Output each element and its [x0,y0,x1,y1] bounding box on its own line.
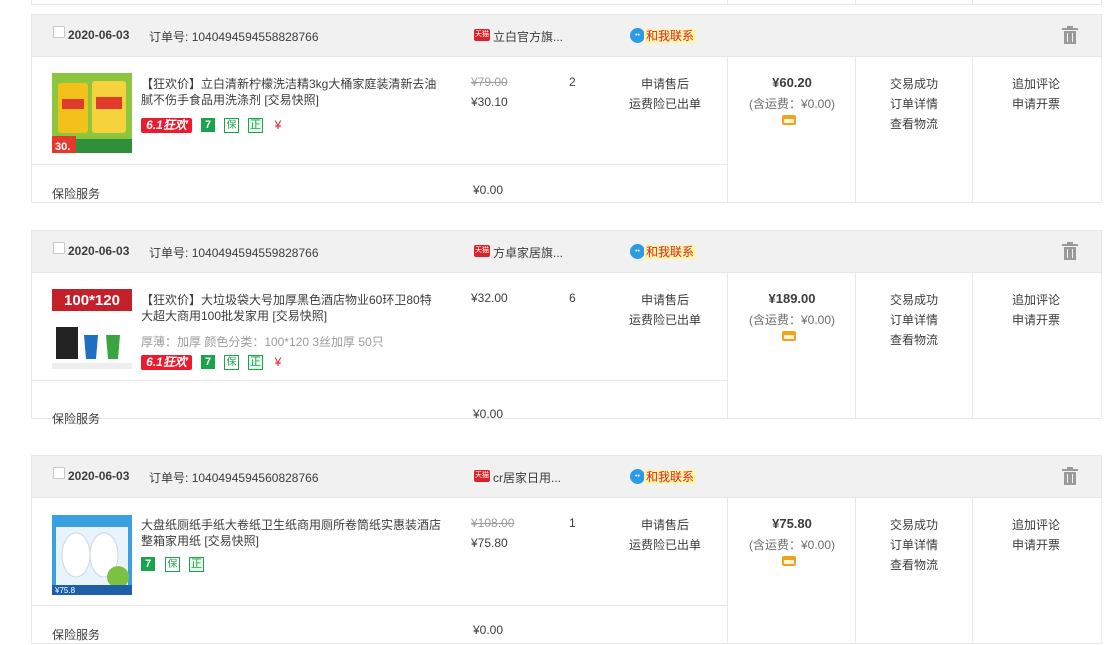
order-body: ¥75.8 大盘纸厕纸手纸大卷纸卫生纸商用厕所卷筒纸实惠装酒店整箱家用纸 [交易… [32,498,1101,643]
insurance-icon: ¥ [274,355,282,369]
guarantee-icon: 保 [224,355,239,370]
product-thumbnail[interactable]: ¥75.8 [52,515,132,595]
card-payment-icon [782,331,796,341]
unit-price: ¥32.00 [471,291,508,305]
order-card: 2020-06-03 订单号: 1040494594559828766 天猫 方… [31,230,1102,426]
service-price: ¥0.00 [473,183,504,197]
track-shipping-link[interactable]: 查看物流 [856,331,972,348]
unit-price: ¥75.80 [471,536,508,550]
order-detail-link[interactable]: 订单详情 [856,95,972,112]
service-price: ¥0.00 [473,407,504,421]
shipping-fee: (含运费：¥0.00) [748,538,836,552]
order-number: 订单号: 1040494594558828766 [149,30,319,44]
product-spec: 厚薄：加厚 颜色分类：100*120 3丝加厚 50只 [141,335,384,349]
genuine-icon: 正 [189,557,204,572]
service-label: 保险服务 [52,187,101,201]
product-title[interactable]: 【狂欢价】大垃圾袋大号加厚黑色酒店物业60环卫80特大超大商用100批发家用 [… [141,292,441,324]
seven-day-return-icon: 7 [141,557,155,571]
order-checkbox[interactable] [53,26,65,38]
shipping-fee: (含运费：¥0.00) [748,97,836,111]
order-header: 2020-06-03 订单号: 1040494594559828766 天猫 方… [32,231,1101,273]
service-label: 保险服务 [52,628,101,642]
order-date: 2020-06-03 [68,469,130,483]
promo-badge: 6.1狂欢 [141,118,192,133]
insurance-note: 运费险已出单 [628,538,701,552]
original-price: ¥108.00 [471,516,515,530]
genuine-icon: 正 [248,118,263,133]
svg-text:30.: 30. [55,141,70,153]
trash-icon[interactable] [1062,467,1078,485]
order-header: 2020-06-03 订单号: 1040494594558828766 天猫 立… [32,15,1101,57]
append-review-link[interactable]: 追加评论 [973,291,1099,308]
order-body: 100*120 【狂欢价】大垃圾袋大号加厚黑色酒店物业60环卫80特大超大商用1… [32,273,1101,426]
seven-day-return-icon: 7 [201,118,215,132]
trade-status: 交易成功 [889,293,938,307]
order-date: 2020-06-03 [68,28,130,42]
original-price: ¥79.00 [471,75,508,89]
append-review-link[interactable]: 追加评论 [973,75,1099,92]
order-detail-link[interactable]: 订单详情 [856,536,972,553]
chat-icon: •• [630,28,645,43]
quantity: 6 [569,291,576,305]
product-title[interactable]: 大盘纸厕纸手纸大卷纸卫生纸商用厕所卷筒纸实惠装酒店整箱家用纸 [交易快照] [141,517,441,549]
request-invoice-link[interactable]: 申请开票 [973,95,1099,112]
seven-day-return-icon: 7 [201,355,215,369]
after-sale-link[interactable]: 申请售后 [626,291,704,308]
order-number: 订单号: 1040494594559828766 [149,246,319,260]
order-date: 2020-06-03 [68,244,130,258]
after-sale-link[interactable]: 申请售后 [626,75,704,92]
request-invoice-link[interactable]: 申请开票 [973,536,1099,553]
insurance-note: 运费险已出单 [628,97,701,111]
order-card: 2020-06-03 订单号: 1040494594560828766 天猫 c… [31,455,1102,644]
order-checkbox[interactable] [53,467,65,479]
order-body: 30. 【狂欢价】立白清新柠檬洗洁精3kg大桶家庭装清新去油腻不伤手食品用洗涤剂… [32,57,1101,202]
after-sale-link[interactable]: 申请售后 [626,516,704,533]
insurance-note: 运费险已出单 [628,313,701,327]
quantity: 2 [569,75,576,89]
order-number: 订单号: 1040494594560828766 [149,471,319,485]
trade-status: 交易成功 [889,518,938,532]
track-shipping-link[interactable]: 查看物流 [856,115,972,132]
order-detail-link[interactable]: 订单详情 [856,311,972,328]
tmall-icon: 天猫 [474,470,490,482]
request-invoice-link[interactable]: 申请开票 [973,311,1099,328]
order-checkbox[interactable] [53,242,65,254]
shop-link[interactable]: 方卓家居旗... [493,244,568,261]
insurance-icon: ¥ [274,118,282,132]
product-thumbnail[interactable]: 30. [52,73,132,153]
shipping-fee: (含运费：¥0.00) [748,313,836,327]
product-title[interactable]: 【狂欢价】立白清新柠檬洗洁精3kg大桶家庭装清新去油腻不伤手食品用洗涤剂 [交易… [141,76,441,108]
quantity: 1 [569,516,576,530]
tmall-icon: 天猫 [474,245,490,257]
guarantee-icon: 保 [224,118,239,133]
order-total: ¥75.80 [772,516,812,531]
genuine-icon: 正 [248,355,263,370]
card-payment-icon [782,115,796,125]
service-label: 保险服务 [52,412,101,426]
guarantee-icon: 保 [165,557,180,572]
shop-link[interactable]: 立白官方旗... [493,28,568,45]
promo-badge: 6.1狂欢 [141,355,192,370]
order-header: 2020-06-03 订单号: 1040494594560828766 天猫 c… [32,456,1101,498]
trash-icon[interactable] [1062,26,1078,44]
svg-text:100*120: 100*120 [64,292,120,309]
unit-price: ¥30.10 [471,95,508,109]
chat-icon: •• [630,244,645,259]
previous-order-edge [31,0,1102,5]
card-payment-icon [782,556,796,566]
tmall-icon: 天猫 [474,29,490,41]
chat-icon: •• [630,469,645,484]
order-total: ¥189.00 [768,291,816,306]
append-review-link[interactable]: 追加评论 [973,516,1099,533]
product-thumbnail[interactable]: 100*120 [52,289,132,369]
shop-link[interactable]: cr居家日用... [493,469,568,486]
trade-status: 交易成功 [889,77,938,91]
order-total: ¥60.20 [772,75,812,90]
track-shipping-link[interactable]: 查看物流 [856,556,972,573]
trash-icon[interactable] [1062,242,1078,260]
service-price: ¥0.00 [473,623,504,637]
order-card: 2020-06-03 订单号: 1040494594558828766 天猫 立… [31,14,1102,203]
svg-text:¥75.8: ¥75.8 [54,586,76,595]
